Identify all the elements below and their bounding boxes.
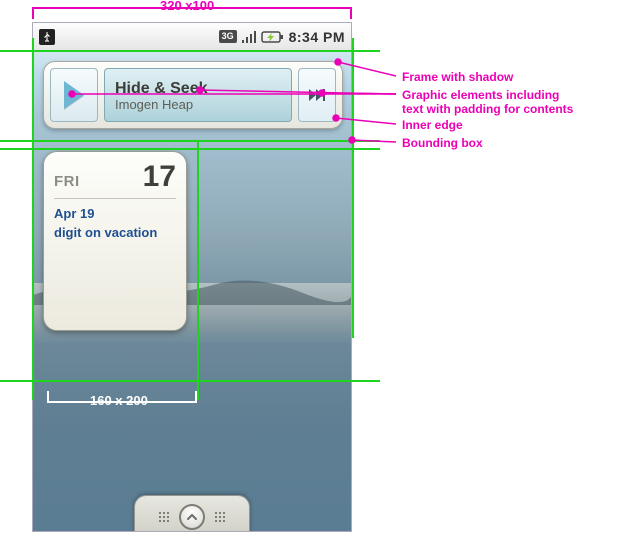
guide-line xyxy=(0,380,380,382)
wallpaper: Hide & Seek Imogen Heap FRI 17 Apr 19 d xyxy=(33,51,351,531)
track-info[interactable]: Hide & Seek Imogen Heap xyxy=(104,68,292,122)
launcher-tab[interactable] xyxy=(134,495,250,531)
guide-line xyxy=(32,140,34,400)
launcher-button[interactable] xyxy=(179,504,205,530)
music-widget[interactable]: Hide & Seek Imogen Heap xyxy=(43,61,343,129)
guide-line xyxy=(197,140,199,400)
calendar-event-title: digit on vacation xyxy=(54,224,176,243)
battery-icon xyxy=(261,30,285,44)
grip-dots-right xyxy=(215,512,225,522)
usb-icon xyxy=(39,29,55,45)
next-icon xyxy=(308,88,326,102)
play-icon xyxy=(64,81,84,109)
guide-line xyxy=(0,50,380,52)
calendar-day-abbr: FRI xyxy=(54,173,80,190)
track-title: Hide & Seek xyxy=(115,80,281,98)
signal-icon xyxy=(241,30,257,44)
chevron-up-icon xyxy=(186,511,198,523)
grip-dots-left xyxy=(159,512,169,522)
network-3g-icon: 3G xyxy=(219,30,237,43)
annotation-label-frame: Frame with shadow xyxy=(402,70,513,84)
annotation-label-graphics-1: Graphic elements including xyxy=(402,88,559,102)
status-bar: 3G 8:34 PM xyxy=(33,23,351,51)
play-button[interactable] xyxy=(50,68,98,122)
annotation-label-bounding: Bounding box xyxy=(402,136,483,150)
calendar-event-date: Apr 19 xyxy=(54,205,176,224)
calendar-widget[interactable]: FRI 17 Apr 19 digit on vacation xyxy=(43,151,187,331)
phone-frame: 3G 8:34 PM Hide & Seek Imogen Heap xyxy=(32,22,352,532)
next-button[interactable] xyxy=(298,68,336,122)
annotation-label-graphics-2: text with padding for contents xyxy=(402,102,573,116)
guide-line xyxy=(352,38,354,338)
calendar-day-number: 17 xyxy=(143,160,176,194)
dimension-label-bottom: 160 x 200 xyxy=(90,393,148,408)
track-artist: Imogen Heap xyxy=(115,97,281,112)
dimension-label-top: 320 x100 xyxy=(160,0,214,13)
guide-line xyxy=(0,148,380,150)
guide-line xyxy=(0,140,380,142)
annotation-label-inner: Inner edge xyxy=(402,118,463,132)
status-time: 8:34 PM xyxy=(289,29,345,45)
